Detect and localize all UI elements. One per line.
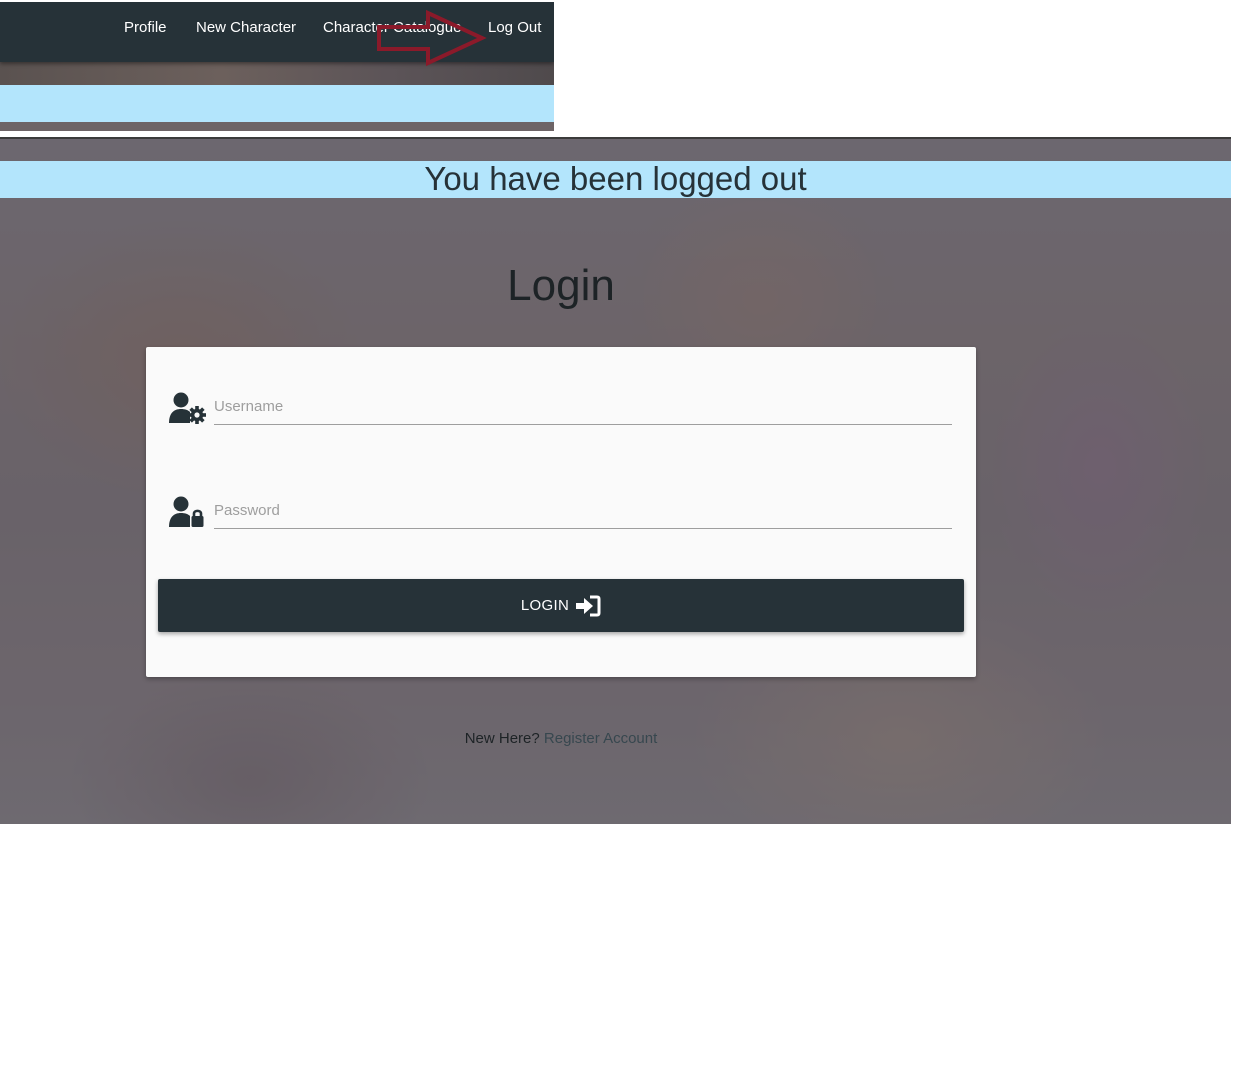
user-lock-icon [169, 496, 204, 527]
background-strip [0, 122, 554, 131]
nav-profile-link[interactable]: Profile [124, 19, 167, 36]
password-field [168, 489, 952, 539]
login-button[interactable]: LOGIN [158, 579, 964, 632]
navbar-screenshot-crop: Profile New Character Character Catalogu… [0, 2, 554, 131]
register-prompt: New Here? Register Account [0, 730, 1122, 747]
register-account-link[interactable]: Register Account [544, 730, 657, 747]
username-input[interactable] [214, 395, 952, 425]
red-arrow-icon [377, 9, 487, 67]
password-input[interactable] [214, 499, 952, 529]
page-title: Login [507, 261, 615, 310]
nav-log-out-link[interactable]: Log Out [488, 19, 541, 36]
nav-new-character-link[interactable]: New Character [196, 19, 296, 36]
username-field [168, 385, 952, 435]
login-page: You have been logged out Login Username … [0, 137, 1231, 824]
sign-in-icon [576, 595, 601, 616]
alert-band-crop [0, 85, 554, 122]
login-card: LOGIN [146, 347, 976, 677]
login-button-label: LOGIN [520, 597, 570, 614]
logout-alert-text: You have been logged out [424, 160, 807, 197]
register-prompt-text: New Here? [464, 730, 540, 747]
user-gear-icon [169, 392, 206, 424]
logout-alert: You have been logged out [0, 160, 1231, 198]
